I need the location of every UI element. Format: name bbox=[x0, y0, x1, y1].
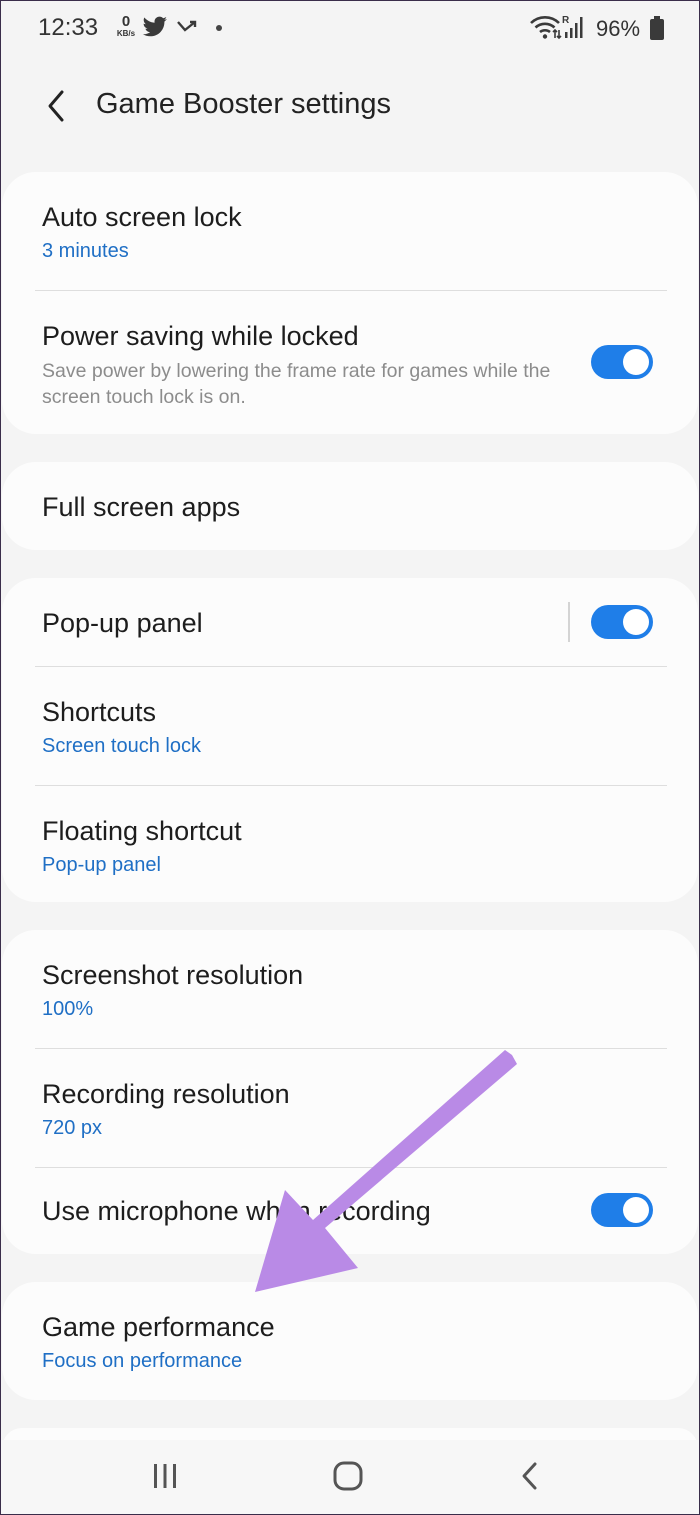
toggle-knob bbox=[623, 1197, 649, 1223]
shortcuts-label: Shortcuts bbox=[42, 697, 157, 727]
recording-resolution-value: 720 px bbox=[42, 1117, 103, 1139]
screenshot-resolution-label: Screenshot resolution bbox=[42, 960, 304, 990]
auto-screen-lock-label: Auto screen lock bbox=[42, 202, 242, 232]
use-microphone-item[interactable]: Use microphone when recording bbox=[2, 1168, 698, 1254]
game-performance-item[interactable]: Game performance Focus on performance bbox=[2, 1282, 698, 1400]
settings-group-recording: Screenshot resolution 100% Recording res… bbox=[2, 930, 698, 1254]
signal-icon: R bbox=[562, 14, 584, 45]
floating-shortcut-item[interactable]: Floating shortcut Pop-up panel bbox=[2, 786, 698, 902]
settings-group-full-screen: Full screen apps bbox=[2, 462, 698, 550]
wifi-icon bbox=[528, 14, 562, 45]
notification-dot-icon bbox=[216, 25, 222, 31]
back-arrow-icon[interactable] bbox=[40, 84, 80, 128]
battery-icon bbox=[650, 16, 664, 45]
status-time: 12:33 bbox=[38, 14, 99, 41]
battery-percent: 96% bbox=[596, 16, 641, 41]
settings-group-popup: Pop-up panel Shortcuts Screen touch lock… bbox=[2, 578, 698, 902]
power-saving-label: Power saving while locked bbox=[42, 321, 359, 351]
floating-shortcut-value: Pop-up panel bbox=[42, 854, 161, 876]
use-microphone-label: Use microphone when recording bbox=[42, 1196, 431, 1226]
settings-group-lock: Auto screen lock 3 minutes Power saving … bbox=[2, 172, 698, 434]
page-title: Game Booster settings bbox=[96, 88, 391, 120]
toggle-knob bbox=[623, 609, 649, 635]
shortcuts-value: Screen touch lock bbox=[42, 735, 201, 757]
network-speed-value: 0 bbox=[121, 13, 131, 30]
recording-resolution-label: Recording resolution bbox=[42, 1079, 290, 1109]
toggle-knob bbox=[623, 349, 649, 375]
game-performance-value: Focus on performance bbox=[42, 1350, 243, 1372]
full-screen-apps-item[interactable]: Full screen apps bbox=[2, 462, 698, 550]
settings-group-performance: Game performance Focus on performance bbox=[2, 1282, 698, 1400]
back-icon[interactable] bbox=[505, 1454, 555, 1500]
auto-screen-lock-value: 3 minutes bbox=[42, 240, 129, 262]
recording-resolution-item[interactable]: Recording resolution 720 px bbox=[2, 1049, 698, 1167]
home-icon[interactable] bbox=[323, 1454, 373, 1500]
power-saving-item[interactable]: Power saving while locked Save power by … bbox=[2, 291, 698, 434]
network-speed-unit: KB/s bbox=[116, 29, 136, 38]
twitter-icon bbox=[142, 16, 168, 43]
navigation-bar bbox=[0, 1440, 700, 1515]
power-saving-description: Save power by lowering the frame rate fo… bbox=[42, 360, 551, 408]
full-screen-apps-label: Full screen apps bbox=[42, 492, 241, 522]
use-microphone-toggle[interactable] bbox=[591, 1193, 653, 1227]
network-speed: 0 KB/s bbox=[114, 14, 138, 38]
game-performance-label: Game performance bbox=[42, 1312, 275, 1342]
recent-apps-icon[interactable] bbox=[140, 1454, 190, 1500]
svg-text:R: R bbox=[562, 15, 570, 26]
missed-call-icon bbox=[176, 20, 198, 41]
shortcuts-item[interactable]: Shortcuts Screen touch lock bbox=[2, 667, 698, 785]
power-saving-toggle[interactable] bbox=[591, 345, 653, 379]
popup-panel-label: Pop-up panel bbox=[42, 608, 203, 638]
popup-panel-toggle[interactable] bbox=[591, 605, 653, 639]
popup-panel-item[interactable]: Pop-up panel bbox=[2, 578, 698, 666]
floating-shortcut-label: Floating shortcut bbox=[42, 816, 242, 846]
status-bar: 12:33 0 KB/s R 96% bbox=[0, 0, 700, 60]
screenshot-resolution-value: 100% bbox=[42, 998, 94, 1020]
screenshot-resolution-item[interactable]: Screenshot resolution 100% bbox=[2, 930, 698, 1048]
auto-screen-lock-item[interactable]: Auto screen lock 3 minutes bbox=[2, 172, 698, 290]
vertical-separator bbox=[568, 602, 570, 642]
